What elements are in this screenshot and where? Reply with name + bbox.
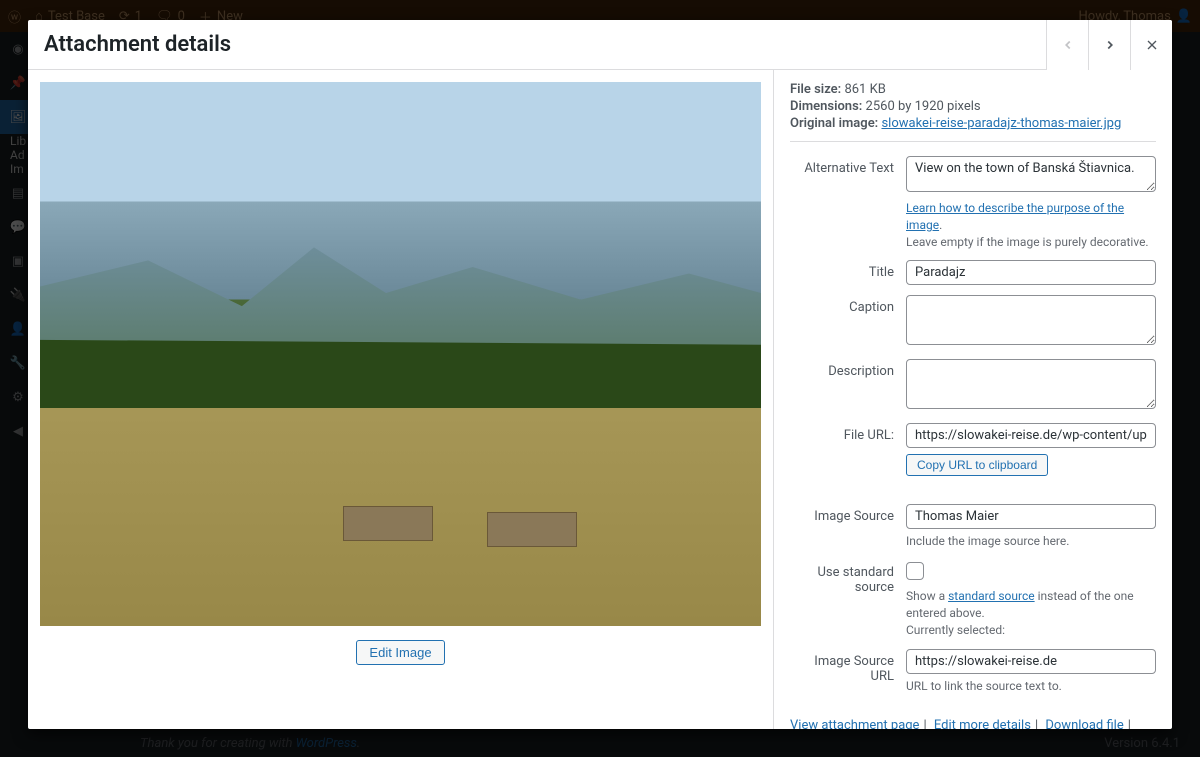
edit-image-button[interactable]: Edit Image [356,640,444,665]
std-source-help: Show a standard source instead of the on… [906,588,1156,638]
source-url-label: Image Source URL [790,649,906,695]
prev-attachment-button[interactable] [1046,20,1088,70]
caption-label: Caption [790,295,906,349]
description-label: Description [790,359,906,413]
close-button[interactable] [1130,20,1172,70]
attachment-preview-image [40,82,761,626]
edit-more-link[interactable]: Edit more details [934,718,1031,729]
caption-input[interactable] [906,295,1156,345]
next-attachment-button[interactable] [1088,20,1130,70]
title-input[interactable] [906,260,1156,285]
std-source-label: Use standard source [790,560,906,638]
std-source-checkbox[interactable] [906,562,924,580]
source-url-help: URL to link the source text to. [906,678,1156,695]
image-source-label: Image Source [790,504,906,550]
action-links: View attachment page| Edit more details|… [790,718,1156,729]
title-label: Title [790,260,906,285]
image-source-help: Include the image source here. [906,533,1156,550]
modal-title: Attachment details [28,32,1046,57]
alt-text-input[interactable]: View on the town of Banská Štiavnica. [906,156,1156,192]
preview-pane: Edit Image [28,70,774,729]
fileurl-label: File URL: [790,423,906,476]
meta-dimensions: Dimensions: 2560 by 1920 pixels [790,99,1156,114]
original-image-link[interactable]: slowakei-reise-paradajz-thomas-maier.jpg [881,116,1121,131]
details-pane: File size: 861 KB Dimensions: 2560 by 19… [774,70,1172,729]
view-attachment-link[interactable]: View attachment page [790,718,919,729]
modal-header: Attachment details [28,20,1172,70]
source-url-input[interactable] [906,649,1156,674]
description-input[interactable] [906,359,1156,409]
alt-help: Learn how to describe the purpose of the… [906,200,1156,250]
fileurl-input[interactable] [906,423,1156,448]
meta-filesize: File size: 861 KB [790,82,1156,97]
meta-original: Original image: slowakei-reise-paradajz-… [790,116,1156,131]
standard-source-link[interactable]: standard source [948,589,1035,603]
image-source-input[interactable] [906,504,1156,529]
copy-url-button[interactable]: Copy URL to clipboard [906,454,1048,476]
attachment-details-modal: Attachment details Edit Image File size:… [28,20,1172,729]
download-link[interactable]: Download file [1045,718,1123,729]
alt-text-label: Alternative Text [790,156,906,250]
